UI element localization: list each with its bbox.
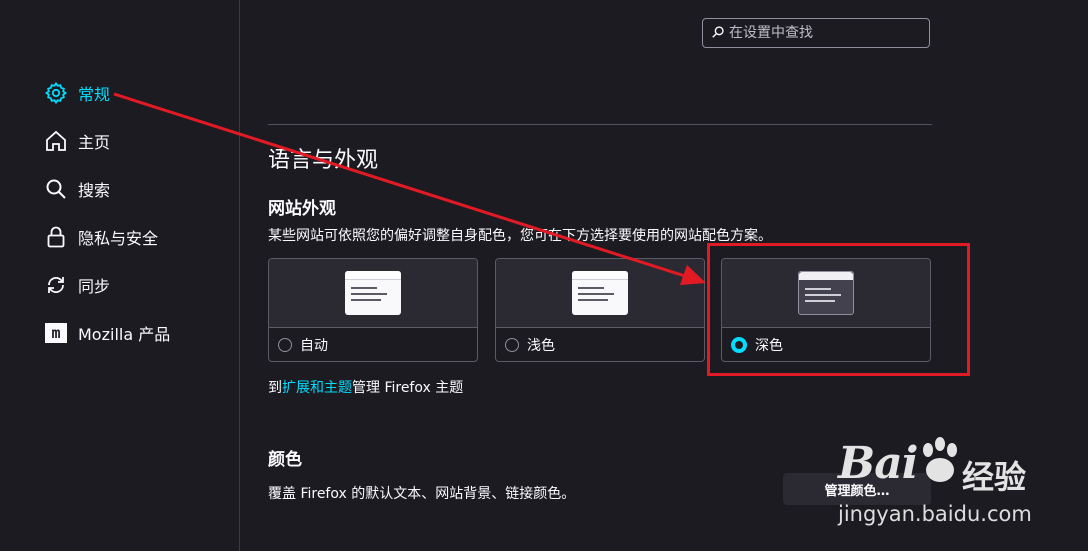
sidebar-item-mozilla-products[interactable]: m Mozilla 产品 bbox=[44, 318, 170, 348]
manage-themes-prefix: 到 bbox=[268, 380, 282, 396]
annotation-highlight-box bbox=[707, 243, 970, 376]
colors-description: 覆盖 Firefox 的默认文本、网站背景、链接颜色。 bbox=[268, 486, 576, 502]
appearance-option-auto[interactable]: 自动 bbox=[268, 258, 478, 362]
sidebar-item-label: 主页 bbox=[78, 133, 111, 152]
search-input[interactable] bbox=[725, 25, 919, 41]
sidebar-item-home[interactable]: 主页 bbox=[44, 126, 110, 156]
manage-themes-text: 到扩展和主题管理 Firefox 主题 bbox=[268, 377, 463, 397]
section-title: 语言与外观 bbox=[268, 148, 379, 173]
sidebar-item-general[interactable]: 常规 bbox=[44, 78, 110, 108]
colors-title: 颜色 bbox=[268, 450, 302, 470]
sync-icon bbox=[44, 273, 68, 297]
sidebar-item-label: 同步 bbox=[78, 277, 111, 296]
search-icon bbox=[44, 177, 68, 201]
home-icon bbox=[44, 129, 68, 153]
extensions-themes-link[interactable]: 扩展和主题 bbox=[282, 380, 352, 396]
search-icon bbox=[711, 24, 725, 43]
appearance-option-light[interactable]: 浅色 bbox=[495, 258, 705, 362]
website-appearance-description: 某些网站可依照您的偏好调整自身配色，您可在下方选择要使用的网站配色方案。 bbox=[268, 228, 772, 244]
option-label: 自动 bbox=[300, 338, 328, 354]
mozilla-icon: m bbox=[44, 321, 68, 345]
settings-search[interactable] bbox=[702, 18, 930, 48]
watermark: Bai 经验 jingyan.baidu.com bbox=[838, 430, 1078, 530]
radio-button[interactable] bbox=[278, 338, 292, 352]
website-appearance-title: 网站外观 bbox=[268, 199, 336, 219]
sidebar-item-label: 常规 bbox=[78, 85, 111, 104]
sidebar-item-sync[interactable]: 同步 bbox=[44, 270, 110, 300]
option-label: 浅色 bbox=[527, 338, 555, 354]
theme-preview bbox=[269, 259, 477, 328]
divider bbox=[268, 124, 932, 125]
sidebar-item-privacy[interactable]: 隐私与安全 bbox=[44, 222, 158, 252]
theme-preview bbox=[496, 259, 704, 328]
lock-icon bbox=[44, 225, 68, 249]
gear-icon bbox=[44, 81, 68, 105]
sidebar: 常规 主页 搜索 隐私与安全 同步 m Mozilla 产品 bbox=[0, 0, 240, 551]
sidebar-item-label: Mozilla 产品 bbox=[78, 325, 171, 344]
sidebar-item-label: 隐私与安全 bbox=[78, 229, 159, 248]
watermark-logo: Bai bbox=[838, 438, 918, 489]
sidebar-item-label: 搜索 bbox=[78, 181, 111, 200]
sidebar-item-search[interactable]: 搜索 bbox=[44, 174, 110, 204]
paw-icon bbox=[918, 436, 962, 488]
watermark-name: 经验 bbox=[962, 458, 1027, 496]
watermark-url: jingyan.baidu.com bbox=[838, 502, 1032, 526]
radio-button[interactable] bbox=[505, 338, 519, 352]
manage-themes-suffix: 管理 Firefox 主题 bbox=[352, 380, 464, 396]
